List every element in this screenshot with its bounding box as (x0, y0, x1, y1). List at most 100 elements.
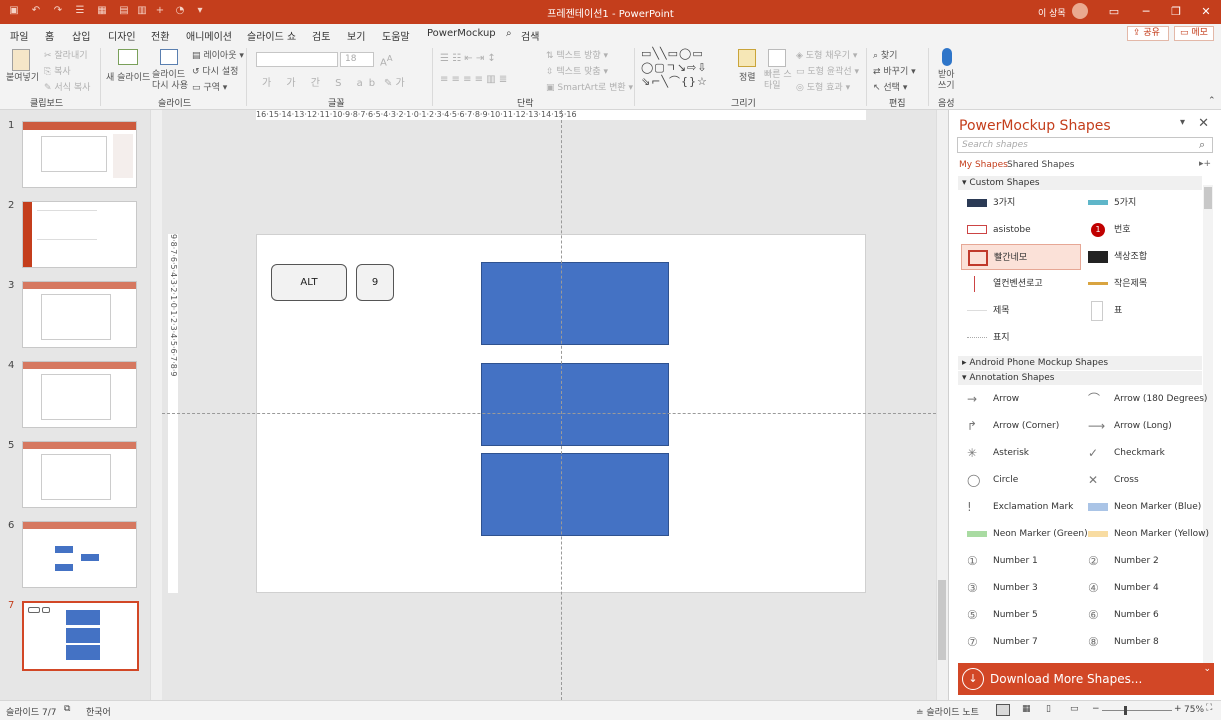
section-custom-shapes[interactable]: ▾ Custom Shapes (958, 176, 1202, 190)
microphone-icon[interactable] (942, 48, 952, 66)
tab-design[interactable]: 디자인 (108, 28, 136, 43)
arrange-icon[interactable] (738, 49, 756, 67)
copy-button[interactable]: ⎘ 복사 (44, 64, 71, 77)
search-icon[interactable]: ⌕ (1199, 138, 1205, 152)
zoom-slider[interactable] (1102, 710, 1172, 711)
share-button[interactable]: ⇪ 공유 (1127, 26, 1169, 41)
format-painter-button[interactable]: ✎ 서식 복사 (44, 80, 90, 93)
blue-rectangle[interactable] (481, 453, 669, 536)
arrange-button[interactable]: 정렬 (739, 70, 756, 83)
quick-styles-icon[interactable] (768, 49, 786, 67)
tab-transitions[interactable]: 전환 (151, 28, 169, 43)
slide-thumbnail-4[interactable] (22, 361, 137, 428)
align-icons[interactable]: ≡ ≡ ≡ ≡ ▥ ≣ (440, 74, 507, 85)
notes-button[interactable]: ≐ 슬라이드 노트 (916, 705, 979, 718)
shape-item[interactable]: ✕ Cross (1082, 467, 1200, 493)
shape-item[interactable]: 표 (1082, 298, 1200, 324)
tab-help[interactable]: 도움말 (382, 28, 410, 43)
tab-my-shapes[interactable]: My Shapes (959, 160, 1008, 170)
shape-item[interactable]: 3가지 (961, 190, 1079, 216)
align-text-button[interactable]: ⇳ 텍스트 맞춤 ▾ (546, 64, 608, 77)
shapes-gallery[interactable]: ▭╲╲▭◯▭ ◯▢ㄱ↘⇨⇩ ⇘⌐╲⌒{}☆ (641, 47, 731, 89)
zoom-level[interactable]: 75% (1184, 705, 1204, 715)
close-icon[interactable]: ✕ (1190, 0, 1221, 24)
tab-shared-shapes[interactable]: Shared Shapes (1007, 160, 1074, 170)
slide-thumbnail-1[interactable] (22, 121, 137, 188)
shape-item[interactable]: ④ Number 4 (1082, 575, 1200, 601)
memo-button[interactable]: ▭ 메모 (1174, 26, 1214, 41)
search-icon[interactable]: ⌕ (506, 28, 512, 39)
reset-button[interactable]: ↺ 다시 설정 (192, 64, 238, 77)
font-name-box[interactable] (256, 52, 338, 67)
shape-item[interactable]: ⑥ Number 6 (1082, 602, 1200, 628)
fit-to-window-icon[interactable]: ⛶ (1206, 703, 1212, 713)
slide-sorter-icon[interactable]: ▦ (1022, 704, 1031, 714)
list-icons[interactable]: ☰ ☷ ⇤ ⇥ ↕ (440, 53, 496, 64)
key-9[interactable]: 9 (356, 264, 394, 301)
shape-item[interactable]: 제목 (961, 298, 1079, 324)
shape-item[interactable]: ① Number 1 (961, 548, 1079, 574)
zoom-out-icon[interactable]: − (1092, 704, 1100, 714)
normal-view-icon[interactable] (996, 704, 1010, 716)
shape-item[interactable]: 1 번호 (1082, 217, 1200, 243)
shape-item[interactable]: 5가지 (1082, 190, 1200, 216)
pane-scrollbar[interactable] (1203, 185, 1213, 663)
font-size-box[interactable]: 18 (340, 52, 374, 67)
select-button[interactable]: ↖ 선택 ▾ (873, 80, 907, 93)
reading-view-icon[interactable]: ▯ (1046, 704, 1051, 714)
pane-options-icon[interactable]: ▾ (1180, 117, 1185, 128)
blue-rectangle[interactable] (481, 262, 669, 345)
shape-item[interactable]: 표지 (961, 325, 1079, 351)
tab-slideshow[interactable]: 슬라이드 쇼 (247, 28, 296, 43)
new-slide-icon[interactable] (118, 49, 138, 65)
shape-item-selected[interactable]: 빨간네모 (961, 244, 1081, 270)
shape-item[interactable]: ⑤ Number 5 (961, 602, 1079, 628)
layout-button[interactable]: ▤ 레이아웃 ▾ (192, 48, 244, 61)
slide-thumbnail-5[interactable] (22, 441, 137, 508)
close-icon[interactable]: ✕ (1198, 116, 1209, 131)
collapse-ribbon-icon[interactable]: ⌃ (1208, 96, 1216, 106)
avatar[interactable] (1072, 3, 1088, 19)
smartart-button[interactable]: ▣ SmartArt로 변환 ▾ (546, 80, 633, 93)
tab-file[interactable]: 파일 (10, 28, 28, 43)
paste-icon[interactable] (12, 49, 30, 71)
paste-button[interactable]: 붙여넣기 (6, 70, 39, 83)
shape-item[interactable]: ⌒ Arrow (180 Degrees) (1082, 386, 1207, 412)
blue-rectangle[interactable] (481, 363, 669, 446)
zoom-in-icon[interactable]: + (1174, 704, 1182, 714)
font-color-icon[interactable]: ✎ 가 (384, 74, 405, 89)
scroll-thumb[interactable] (938, 580, 946, 660)
shape-item[interactable]: → Arrow (961, 386, 1079, 412)
tab-insert[interactable]: 삽입 (72, 28, 90, 43)
slide-thumbnail-2[interactable] (22, 201, 137, 268)
download-more-shapes-button[interactable]: ↓ Download More Shapes... ⌄ (958, 663, 1214, 695)
thumbnail-scrollbar[interactable] (150, 110, 162, 700)
tab-powermockup[interactable]: PowerMockup (427, 28, 496, 39)
shape-outline-button[interactable]: ▭ 도형 윤곽선 ▾ (796, 64, 859, 77)
shape-fill-button[interactable]: ◈ 도형 채우기 ▾ (796, 48, 857, 61)
shape-item[interactable]: ③ Number 3 (961, 575, 1079, 601)
font-grow-icon[interactable]: AA (380, 53, 393, 68)
key-alt[interactable]: ALT (271, 264, 347, 301)
quick-styles-button[interactable]: 빠른 스타일 (764, 70, 792, 92)
section-annotation-shapes[interactable]: ▾ Annotation Shapes (958, 371, 1202, 385)
ribbon-display-icon[interactable]: ▭ (1098, 0, 1130, 24)
tab-view[interactable]: 보기 (347, 28, 365, 43)
shape-item[interactable]: ② Number 2 (1082, 548, 1200, 574)
shape-item[interactable]: Neon Marker (Blue) (1082, 494, 1201, 520)
shape-item[interactable]: Neon Marker (Yellow) (1082, 521, 1209, 547)
shape-item[interactable]: ↱ Arrow (Corner) (961, 413, 1079, 439)
shape-item[interactable]: ⟶ Arrow (Long) (1082, 413, 1200, 439)
shape-item[interactable]: 색상조합 (1082, 244, 1200, 270)
font-style-icons[interactable]: 가 가 간 S ab (262, 74, 381, 89)
find-button[interactable]: ⌕ 찾기 (873, 48, 897, 61)
slide-thumbnail-3[interactable] (22, 281, 137, 348)
pane-nav-icon[interactable]: ▸+ (1199, 159, 1211, 169)
scroll-thumb[interactable] (1204, 187, 1212, 209)
collapse-icon[interactable]: ⌄ (1203, 653, 1211, 685)
shape-item[interactable]: ⑧ Number 8 (1082, 629, 1200, 655)
shape-item[interactable]: 열컨벤션로고 (961, 271, 1079, 297)
slide-thumbnail-6[interactable] (22, 521, 137, 588)
shape-item[interactable]: asistobe (961, 217, 1079, 243)
shape-item[interactable]: ◯ Circle (961, 467, 1079, 493)
